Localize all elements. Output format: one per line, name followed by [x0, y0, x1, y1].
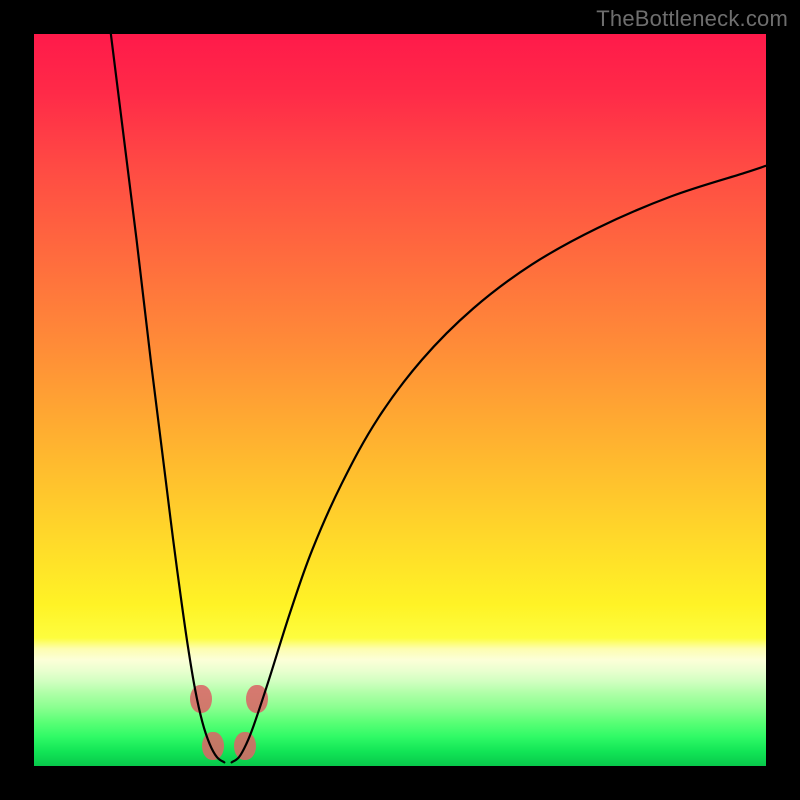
frame: TheBottleneck.com — [0, 0, 800, 800]
bottleneck-curve — [34, 34, 766, 766]
curve-right-branch — [232, 166, 766, 763]
plot-area — [34, 34, 766, 766]
watermark-text: TheBottleneck.com — [596, 6, 788, 32]
curve-left-branch — [111, 34, 224, 762]
